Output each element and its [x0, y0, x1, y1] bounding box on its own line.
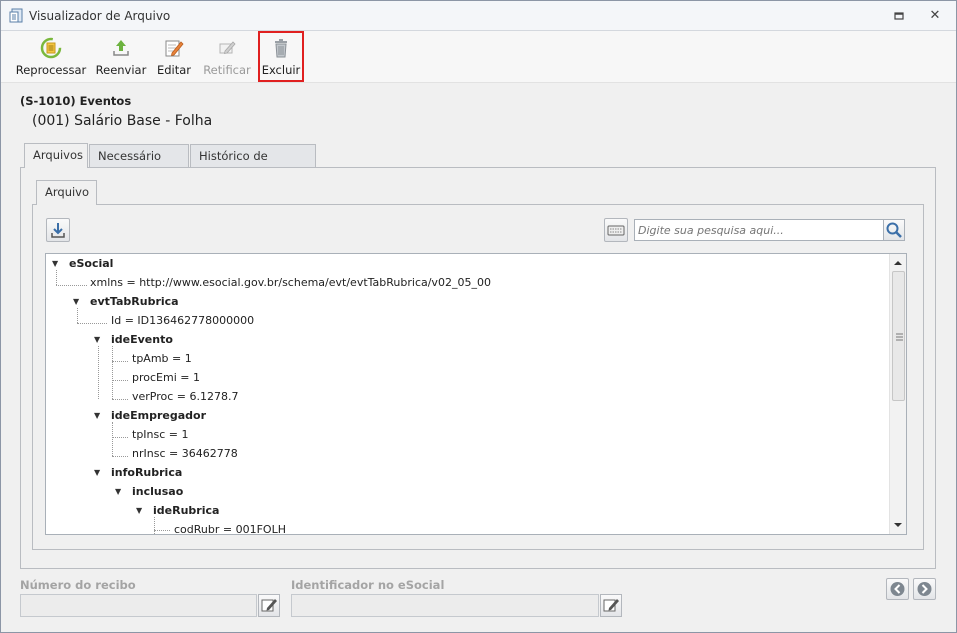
edit-label: Editar	[156, 63, 192, 77]
tree-node-id[interactable]: Id = ID136462778000000	[111, 311, 254, 330]
title-bar: Visualizador de Arquivo ✕	[1, 1, 956, 31]
tree-node-evttabrubrica[interactable]: evtTabRubrica	[90, 292, 179, 311]
event-name: (001) Salário Base - Folha	[32, 113, 213, 129]
previous-button[interactable]	[886, 578, 909, 600]
restore-button[interactable]	[890, 7, 908, 25]
toolbar: Reprocessar Reenviar Editar Retificar Ex…	[1, 31, 956, 83]
tree-node-codrubr[interactable]: codRubr = 001FOLH	[174, 520, 286, 534]
event-code: (S-1010) Eventos	[20, 94, 132, 108]
download-icon	[51, 223, 65, 238]
receipt-number-field[interactable]	[20, 594, 257, 617]
tree-node-inforubrica[interactable]: infoRubrica	[111, 463, 182, 482]
grip-icon	[896, 333, 903, 341]
edit-icon	[603, 599, 619, 612]
reprocess-button[interactable]: Reprocessar	[15, 31, 87, 83]
arrow-left-icon	[890, 582, 905, 596]
edit-icon	[165, 40, 184, 57]
xml-tree: ▼ eSocial xmlns = http://www.esocial.gov…	[45, 253, 907, 535]
esocial-identifier-label: Identificador no eSocial	[291, 578, 445, 592]
tree-scrollbar[interactable]	[889, 254, 906, 534]
tree-node-nrinsc[interactable]: nrInsc = 36462778	[132, 444, 238, 463]
delete-highlight-box	[258, 31, 304, 82]
resend-label: Reenviar	[95, 63, 147, 77]
collapse-toggle-inforubrica[interactable]: ▼	[94, 468, 104, 478]
tree-node-ideevento[interactable]: ideEvento	[111, 330, 173, 349]
collapse-toggle-evttabrubrica[interactable]: ▼	[73, 297, 83, 307]
window-title: Visualizador de Arquivo	[29, 9, 171, 23]
tab-arquivos[interactable]: Arquivos	[24, 143, 88, 168]
collapse-toggle-esocial[interactable]: ▼	[52, 259, 62, 269]
rectify-button[interactable]: Retificar	[201, 31, 253, 83]
resend-button[interactable]: Reenviar	[94, 31, 148, 83]
tree-node-verproc[interactable]: verProc = 6.1278.7	[132, 387, 239, 406]
identifier-edit-button[interactable]	[600, 594, 622, 617]
document-viewer-icon	[9, 8, 23, 23]
rectify-icon	[219, 41, 236, 55]
scroll-thumb[interactable]	[892, 271, 905, 401]
collapse-toggle-ideempregador[interactable]: ▼	[94, 411, 104, 421]
next-button[interactable]	[913, 578, 936, 600]
search-icon	[886, 222, 902, 238]
rectify-label: Retificar	[203, 63, 251, 77]
collapse-toggle-inclusao[interactable]: ▼	[115, 487, 125, 497]
arrow-right-icon	[917, 582, 932, 596]
collapse-toggle-iderubrica[interactable]: ▼	[136, 506, 146, 516]
tree-node-inclusao[interactable]: inclusao	[132, 482, 183, 501]
close-button[interactable]: ✕	[926, 7, 944, 25]
keyboard-icon	[607, 225, 625, 236]
tab-historico-eventos[interactable]: Histórico de eventos	[190, 144, 316, 185]
tab-arquivo[interactable]: Arquivo	[36, 180, 97, 205]
tree-node-esocial[interactable]: eSocial	[69, 254, 113, 273]
download-button[interactable]	[46, 218, 70, 242]
restore-icon	[894, 12, 904, 20]
search-button[interactable]	[883, 219, 905, 241]
keyboard-button[interactable]	[604, 218, 628, 242]
edit-icon	[261, 599, 277, 612]
tree-node-procemi[interactable]: procEmi = 1	[132, 368, 200, 387]
reprocess-label: Reprocessar	[15, 63, 87, 77]
upload-icon	[113, 40, 129, 56]
receipt-number-label: Número do recibo	[20, 578, 136, 592]
scroll-up-icon[interactable]	[890, 256, 906, 270]
tree-node-tpinsc[interactable]: tpInsc = 1	[132, 425, 189, 444]
tree-node-iderubrica[interactable]: ideRubrica	[153, 501, 219, 520]
search-input[interactable]	[634, 219, 884, 241]
reprocess-icon	[40, 37, 62, 59]
tab-necessario-para[interactable]: Necessário para	[89, 144, 189, 185]
tree-node-tpamb[interactable]: tpAmb = 1	[132, 349, 192, 368]
collapse-toggle-ideevento[interactable]: ▼	[94, 335, 104, 345]
tree-node-xmlns[interactable]: xmlns = http://www.esocial.gov.br/schema…	[90, 273, 491, 292]
edit-button[interactable]: Editar	[154, 31, 194, 83]
file-viewer-window: Visualizador de Arquivo ✕ Reprocessar Re…	[0, 0, 957, 633]
tree-node-ideempregador[interactable]: ideEmpregador	[111, 406, 206, 425]
receipt-edit-button[interactable]	[258, 594, 280, 617]
scroll-down-icon[interactable]	[890, 518, 906, 532]
esocial-identifier-field[interactable]	[291, 594, 599, 617]
close-icon: ✕	[929, 8, 941, 23]
